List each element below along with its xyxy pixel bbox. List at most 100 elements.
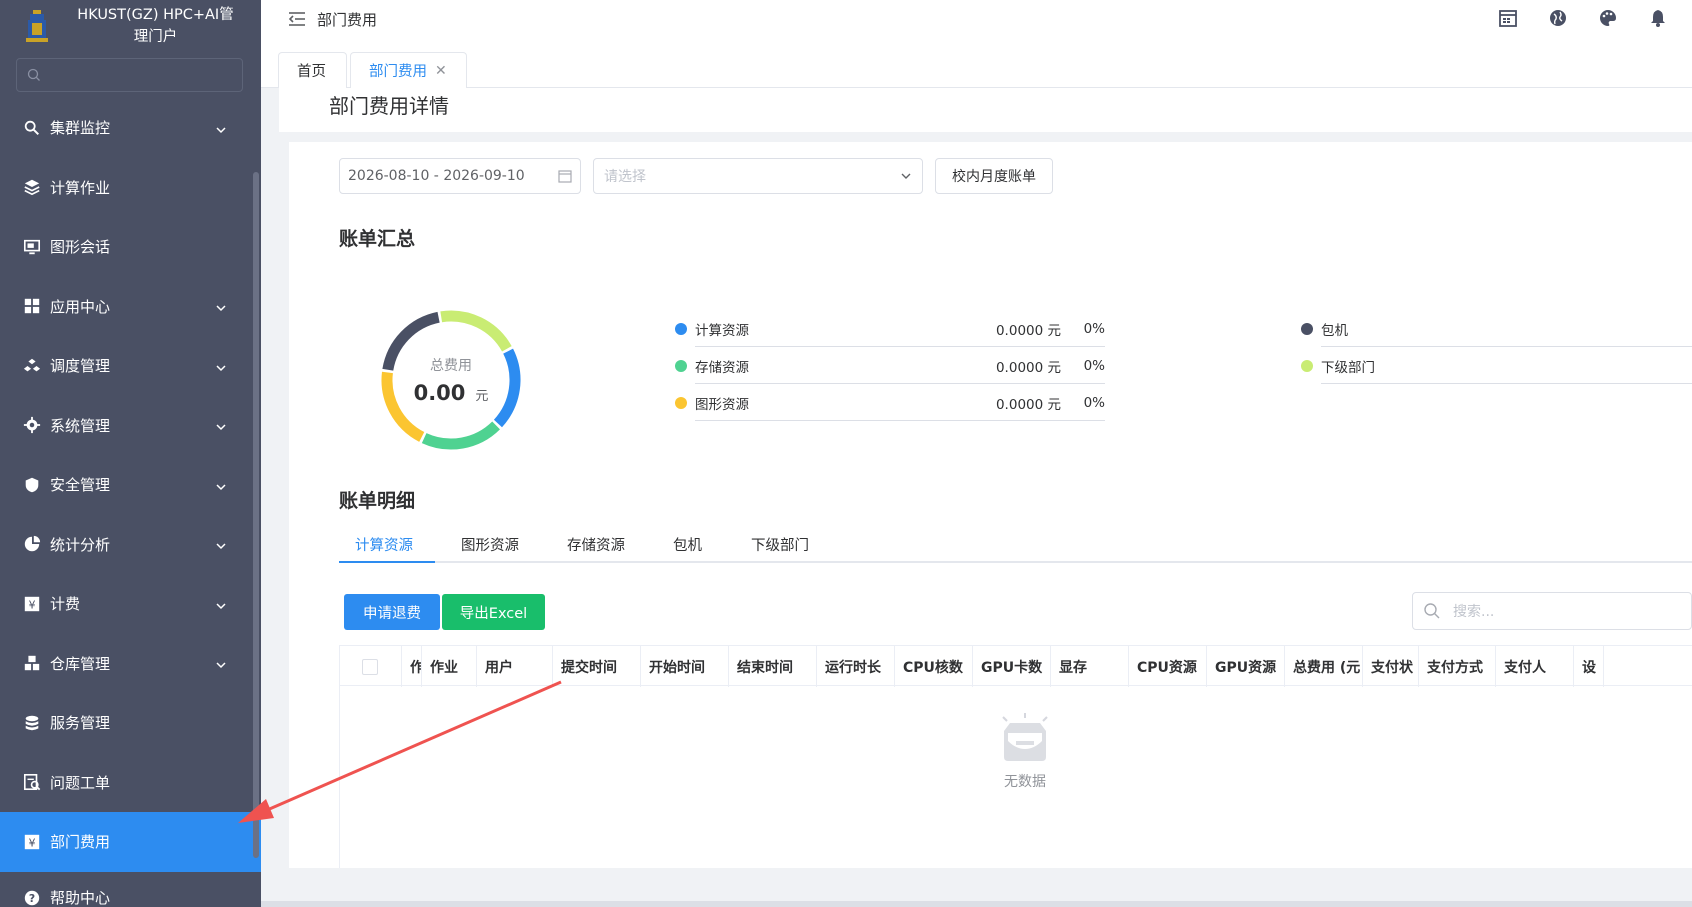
department-select[interactable]: 请选择 (593, 158, 923, 194)
tab-department-cost-label: 部门费用 (369, 64, 427, 80)
sidebar-item-label: 仓库管理 (50, 654, 111, 673)
menu-fold-icon[interactable] (287, 10, 307, 28)
date-range-picker[interactable]: 2026-08-10 - 2026-09-10 (339, 158, 581, 194)
empty-text: 无数据 (1004, 774, 1046, 790)
table-header-cell[interactable]: 支付方式 (1419, 646, 1496, 687)
export-excel-button[interactable]: 导出Excel (442, 594, 545, 630)
tab-department-cost[interactable]: 部门费用 ✕ (350, 52, 467, 88)
table-header-cell[interactable]: 结束时间 (729, 646, 817, 687)
legend-dot (675, 322, 687, 335)
table-header-cell[interactable]: CPU资源 (1129, 646, 1207, 687)
detail-tab-1[interactable]: 图形资源 (461, 526, 519, 563)
legend-name: 包机 (1321, 322, 1348, 339)
legend-dot (675, 396, 687, 409)
sidebar-search-input[interactable] (16, 58, 243, 92)
page-header: 部门费用详情 (279, 88, 1692, 132)
chevron-down-icon (215, 479, 227, 491)
empty-state: 无数据 (940, 711, 1110, 791)
table-header-cell[interactable]: GPU卡数 (973, 646, 1051, 687)
sidebar-item-1[interactable]: 计算作业 (0, 158, 261, 218)
legend-right: 包机 下级部门 (1301, 310, 1692, 384)
detail-tab-2[interactable]: 存储资源 (567, 526, 625, 563)
sidebar-item-7[interactable]: 统计分析 (0, 515, 261, 575)
table-header-cell[interactable]: 作业 (422, 646, 477, 687)
tab-home-label: 首页 (297, 64, 326, 80)
select-all-cell (340, 646, 402, 687)
detail-tab-0[interactable]: 计算资源 (355, 526, 413, 563)
sidebar-item-11[interactable]: 问题工单 (0, 753, 261, 813)
refund-button[interactable]: 申请退费 (344, 594, 440, 630)
chevron-down-icon (215, 300, 227, 312)
topbar: 部门费用 (261, 0, 1692, 38)
table-header-cell[interactable]: 显存 (1051, 646, 1129, 687)
warehouse-icon (22, 653, 42, 673)
table-header-cell[interactable]: GPU资源 (1207, 646, 1285, 687)
chevron-down-icon (215, 360, 227, 372)
select-all-checkbox[interactable] (362, 658, 378, 675)
svg-text:¥: ¥ (29, 598, 36, 611)
table-search-input[interactable]: 搜索... (1412, 592, 1692, 630)
tab-home[interactable]: 首页 (278, 52, 347, 88)
sidebar-item-12[interactable]: ¥ 部门费用 (0, 812, 261, 872)
table-header-cell[interactable]: 作 (402, 646, 422, 687)
summary-title: 账单汇总 (339, 228, 416, 250)
table-header-cell[interactable]: CPU核数 (895, 646, 973, 687)
sidebar-item-3[interactable]: 应用中心 (0, 277, 261, 337)
table-header-cell[interactable]: 总费用 (元 (1285, 646, 1363, 687)
legend-dot (1301, 322, 1313, 335)
sidebar-item-10[interactable]: 服务管理 (0, 693, 261, 753)
cubes-icon (22, 356, 42, 376)
page-title: 部门费用详情 (329, 94, 449, 118)
legend-item: 存储资源 0.0000 元 0% (675, 347, 1105, 384)
table-header-cell[interactable]: 支付人 (1496, 646, 1574, 687)
legend-name: 计算资源 (695, 322, 749, 339)
table-header-cell[interactable]: 提交时间 (553, 646, 641, 687)
globe-icon[interactable] (1546, 6, 1570, 30)
sidebar-item-5[interactable]: 系统管理 (0, 396, 261, 456)
legend-left: 计算资源 0.0000 元 0% 存储资源 0.0000 元 0% 图形资源 0.0000 元… (675, 310, 1105, 421)
calendar-icon (558, 170, 572, 183)
calendar-icon[interactable] (1496, 6, 1520, 30)
brand-title-line1: HKUST(GZ) HPC+AI管 (77, 7, 234, 23)
legend-percent: 0% (1083, 320, 1105, 337)
sidebar-item-label: 问题工单 (50, 773, 111, 792)
table-search-placeholder: 搜索... (1453, 604, 1495, 620)
sidebar-item-0[interactable]: 集群监控 (0, 98, 261, 158)
table-header-cell[interactable]: 支付状 (1363, 646, 1419, 687)
sidebar-item-6[interactable]: 安全管理 (0, 455, 261, 515)
sidebar-scrollbar[interactable] (253, 172, 259, 858)
sidebar-item-label: 集群监控 (50, 119, 111, 138)
legend-name: 存储资源 (695, 359, 749, 376)
brand-title: HKUST(GZ) HPC+AI管 理门户 (64, 4, 247, 48)
bell-icon[interactable] (1646, 6, 1670, 30)
sidebar-item-9[interactable]: 仓库管理 (0, 634, 261, 694)
palette-icon[interactable] (1596, 6, 1620, 30)
legend-amount: 0.0000 元 (995, 359, 1061, 376)
gear-icon (22, 415, 42, 435)
brand-title-line2: 理门户 (133, 29, 178, 45)
pie-icon (22, 534, 42, 554)
search-icon (1424, 603, 1440, 619)
help-icon: ? (22, 888, 42, 907)
table-header-cell[interactable]: 用户 (477, 646, 553, 687)
main-content: 部门费用详情 2026-08-10 - 2026-09-10 请选择 校内月度账… (261, 88, 1692, 907)
legend-dot (1301, 359, 1313, 372)
chevron-down-icon (215, 122, 227, 134)
table-header-cell[interactable]: 设 (1574, 646, 1604, 687)
chevron-down-icon (215, 598, 227, 610)
sidebar-item-13[interactable]: ? 帮助中心 (0, 872, 261, 907)
sidebar-item-2[interactable]: 图形会话 (0, 217, 261, 277)
sidebar-item-4[interactable]: 调度管理 (0, 336, 261, 396)
legend-divider (1321, 383, 1692, 384)
close-icon[interactable]: ✕ (435, 63, 447, 79)
table-header-cell[interactable]: 运行时长 (817, 646, 895, 687)
monthly-bill-button[interactable]: 校内月度账单 (935, 158, 1053, 194)
sidebar-item-8[interactable]: ¥ 计费 (0, 574, 261, 634)
detail-tab-4[interactable]: 下级部门 (751, 526, 809, 563)
legend-item: 图形资源 0.0000 元 0% (675, 384, 1105, 421)
total-cost-value-row: 0.00 元 (414, 381, 489, 405)
legend-item: 包机 (1301, 310, 1692, 347)
detail-tab-3[interactable]: 包机 (673, 526, 702, 563)
table-header-cell[interactable]: 开始时间 (641, 646, 729, 687)
page-tabs: 首页 部门费用 ✕ (261, 38, 1692, 88)
